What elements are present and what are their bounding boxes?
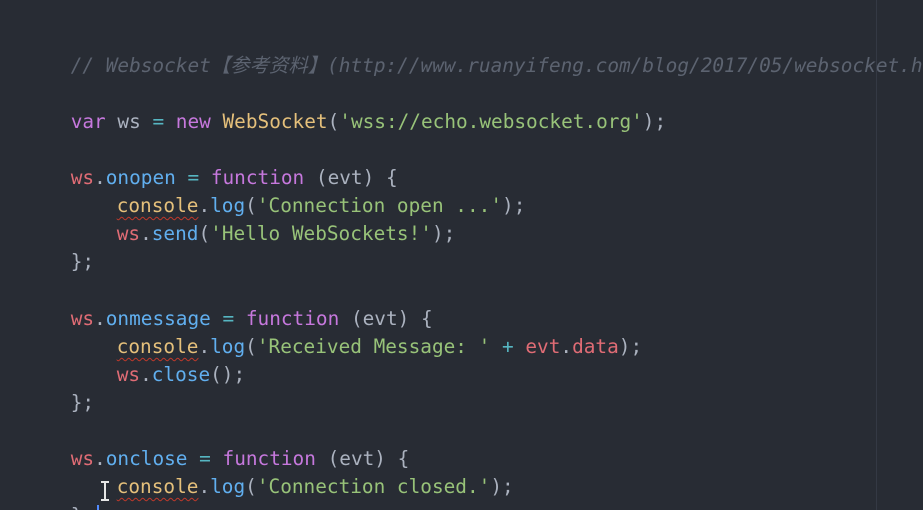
identifier-evt: evt	[525, 335, 561, 358]
code-line-onmessage-end[interactable]: };	[24, 361, 94, 414]
method-send: send	[151, 222, 199, 245]
code-line-onmessage-close[interactable]: ws.close();	[24, 333, 245, 386]
code-line-onopen-end[interactable]: };	[24, 220, 94, 273]
paren-close: );	[490, 475, 514, 498]
dot: .	[560, 335, 573, 358]
code-line-onclose-log[interactable]: console.log('Connection closed.');	[24, 445, 514, 498]
identifier-ws: ws	[105, 110, 153, 133]
code-line-onopen-log[interactable]: console.log('Connection open ...');	[24, 164, 526, 217]
text-ibeam-cursor-icon	[101, 481, 109, 501]
operator-assign: =	[152, 110, 165, 133]
call-parens: ();	[210, 363, 246, 386]
paren-open: (	[245, 475, 257, 498]
identifier-console: console	[116, 475, 199, 498]
block-close: };	[70, 250, 95, 273]
comment-text: // Websocket【参考资料】(http://www.ruanyifeng…	[70, 54, 923, 77]
block-close: };	[70, 391, 95, 414]
paren-open: (	[245, 335, 257, 358]
paren-open: (	[198, 222, 211, 245]
dot: .	[198, 475, 211, 498]
property-data: data	[572, 335, 619, 358]
text-caret	[97, 504, 100, 510]
block-close: };	[71, 504, 94, 510]
code-line-onclose[interactable]: ws.onclose = function (evt) {	[24, 417, 410, 470]
code-editor[interactable]: // Websocket【参考资料】(http://www.ruanyifeng…	[0, 0, 923, 510]
paren-close: );	[618, 335, 643, 358]
code-line-var-ws[interactable]: var ws = new WebSocket('wss://echo.webso…	[24, 80, 666, 133]
code-line-onopen[interactable]: ws.onopen = function (evt) {	[24, 136, 398, 189]
code-line-onopen-send[interactable]: ws.send('Hello WebSockets!');	[24, 192, 456, 245]
dot: .	[140, 222, 152, 245]
code-line-onclose-end[interactable]: };	[24, 474, 100, 510]
identifier-ws: ws	[116, 363, 141, 386]
paren-close: );	[431, 222, 456, 245]
string-url: 'wss://echo.websocket.org'	[339, 110, 643, 133]
identifier-ws: ws	[116, 222, 141, 245]
code-line-onmessage-log[interactable]: console.log('Received Message: ' + evt.d…	[24, 305, 642, 358]
string-literal: 'Hello WebSockets!'	[210, 222, 432, 245]
keyword-new: new	[164, 110, 223, 133]
keyword-var: var	[70, 110, 106, 133]
code-line-onmessage[interactable]: ws.onmessage = function (evt) {	[24, 277, 433, 330]
paren-open: (	[327, 110, 340, 133]
method-close: close	[151, 363, 211, 386]
string-literal: 'Received Message: '	[256, 335, 491, 358]
method-log: log	[210, 475, 246, 498]
class-websocket: WebSocket	[222, 110, 328, 133]
operator-plus: +	[490, 335, 526, 358]
dot: .	[140, 363, 152, 386]
paren-close: );	[642, 110, 667, 133]
paren-close: );	[502, 194, 526, 217]
code-line-comment[interactable]: // Websocket【参考资料】(http://www.ruanyifeng…	[24, 24, 923, 77]
string-literal: 'Connection closed.'	[256, 475, 491, 498]
